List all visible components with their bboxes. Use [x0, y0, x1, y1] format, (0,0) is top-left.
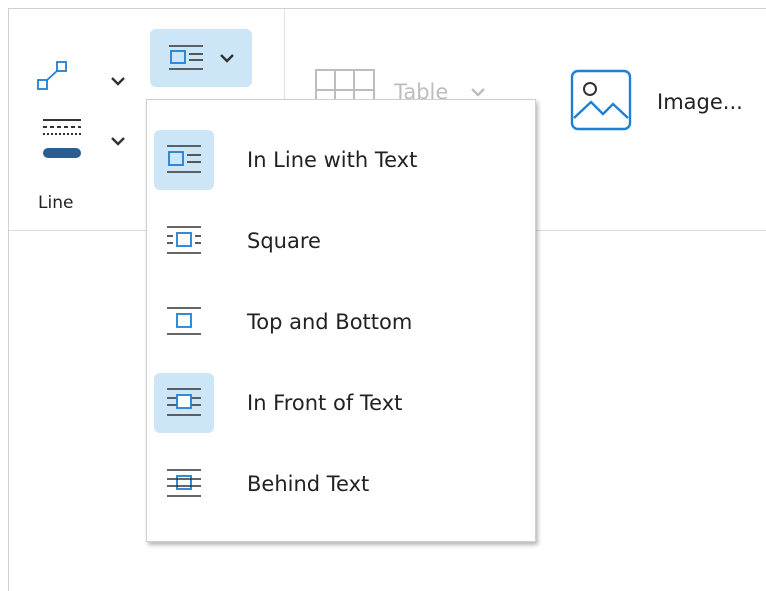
line-style-icon	[39, 114, 85, 166]
image-icon	[569, 68, 633, 136]
text-wrap-inline-icon	[167, 43, 205, 73]
ribbon-top-border	[8, 8, 766, 9]
menu-item-in-line-with-text[interactable]: In Line with Text	[147, 120, 535, 200]
menu-item-label: In Front of Text	[247, 391, 403, 415]
line-style-dropdown[interactable]	[110, 132, 126, 151]
wrap-in-front-icon	[154, 373, 214, 433]
image-label: Image...	[657, 90, 743, 114]
menu-item-label: Square	[247, 229, 321, 253]
menu-item-behind-text[interactable]: Behind Text	[147, 444, 535, 524]
text-wrap-menu: In Line with Text Square Top and Bottom	[146, 99, 536, 542]
line-group-label: Line	[38, 193, 74, 213]
menu-item-in-front-of-text[interactable]: In Front of Text	[147, 363, 535, 443]
text-wrap-button[interactable]	[150, 29, 252, 87]
wrap-behind-icon	[154, 454, 214, 514]
menu-item-label: Top and Bottom	[247, 310, 413, 334]
insert-image-button[interactable]: Image...	[569, 68, 743, 136]
wrap-inline-icon	[154, 130, 214, 190]
chevron-down-icon	[219, 52, 235, 64]
menu-item-label: Behind Text	[247, 472, 370, 496]
line-arrow-icon	[34, 58, 70, 94]
wrap-square-icon	[154, 211, 214, 271]
chevron-down-icon	[110, 72, 126, 91]
wrap-top-bottom-icon	[154, 292, 214, 352]
menu-item-square[interactable]: Square	[147, 201, 535, 281]
line-style-button[interactable]	[36, 112, 88, 168]
ribbon-left-border	[8, 8, 9, 591]
menu-item-top-and-bottom[interactable]: Top and Bottom	[147, 282, 535, 362]
line-shape-dropdown[interactable]	[110, 72, 126, 91]
menu-item-label: In Line with Text	[247, 148, 418, 172]
line-shape-button[interactable]	[32, 56, 72, 96]
chevron-down-icon	[110, 132, 126, 151]
